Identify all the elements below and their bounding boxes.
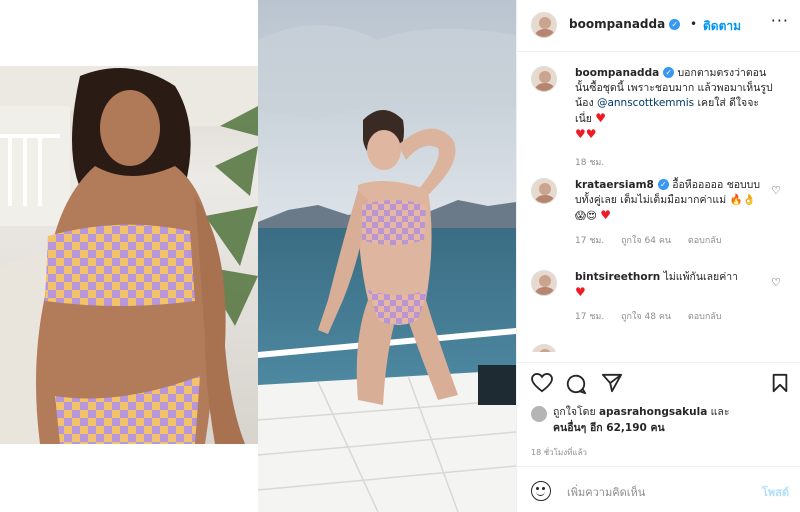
follow-button[interactable]: ติดตาม [703,17,741,36]
likes-text: ถูกใจโดย apasrahongsakula และ คนอื่นๆ อี… [553,404,793,436]
reply-button[interactable]: ตอบกลับ [688,236,722,246]
comment-body: bintsireethorn ไม่แพ้กันเลยค่าา ♥ 17 ชม.… [575,270,775,325]
verified-badge-icon: ✓ [663,67,675,78]
post-image-left [0,66,258,444]
comment-username[interactable]: krataersiam8 [575,179,654,191]
post-timestamp[interactable]: 18 ชั่วโมงที่แล้ว [531,446,587,459]
comment-text: ไม่แพ้กันเลยค่าา [663,271,739,283]
share-icon[interactable] [601,373,623,393]
post-sidebar: boompanadda ✓ • ติดตาม ··· boompanadda ✓ บ… [516,0,800,512]
comment-emoji-line: 😱😍 ♥ [575,208,775,224]
comment-likes[interactable]: ถูกใจ 48 คน [621,312,671,322]
comment-meta: 17 ชม. ถูกใจ 64 คน ตอบกลับ [575,234,775,249]
comment-emoji-2: 😱😍 [575,210,597,222]
action-bar [517,362,800,402]
comment-likes[interactable]: ถูกใจ 64 คน [621,236,671,246]
like-heart-icon[interactable] [531,373,553,393]
like-comment-heart-icon[interactable]: ♡ [771,276,781,289]
avatar[interactable] [531,12,557,38]
avatar[interactable] [531,344,557,352]
like-comment-heart-icon[interactable]: ♡ [771,184,781,197]
likes-others-link[interactable]: คนอื่นๆ อีก 62,190 คน [553,422,665,434]
post-image-main[interactable] [258,0,516,512]
likes-and: และ [710,406,730,418]
likes-prefix: ถูกใจโดย [553,406,596,418]
verified-badge-icon: ✓ [669,19,681,30]
comment-emoji: 🔥👌 [729,194,756,206]
comment-input[interactable]: เพิ่มความคิดเห็น [567,483,645,501]
comment-time[interactable]: 17 ชม. [575,236,604,246]
comment-time[interactable]: 17 ชม. [575,312,604,322]
emoji-picker-icon[interactable] [531,481,551,501]
verified-badge-icon: ✓ [657,179,669,190]
add-comment-bar: เพิ่มความคิดเห็น โพสต์ [517,466,800,512]
avatar[interactable] [531,178,557,204]
post-header: boompanadda ✓ • ติดตาม ··· [517,0,800,52]
avatar[interactable] [531,270,557,296]
author-name-text[interactable]: boompanadda [569,17,665,31]
hearts-emoji-line: ♥♥ [575,127,597,141]
caption-body: boompanadda ✓ บอกตามตรงว่าตอนนั้นซื้อชุดน… [575,66,775,171]
more-horizontal-icon[interactable]: ··· [771,11,789,30]
comment-username[interactable]: bintsireethorn [575,271,660,283]
post-author-username[interactable]: boompanadda ✓ [569,17,681,31]
post-comment-button[interactable]: โพสต์ [762,483,789,501]
caption-username[interactable]: boompanadda [575,67,659,79]
comments-list[interactable]: boompanadda ✓ บอกตามตรงว่าตอนนั้นซื้อชุดน… [517,52,800,352]
separator-dot: • [690,17,698,31]
caption-mention[interactable]: @annscottkemmis [597,97,694,109]
bookmark-icon[interactable] [771,373,789,393]
heart-emoji-icon: ♥ [600,208,612,222]
comment-icon[interactable] [565,373,587,395]
reply-button[interactable]: ตอบกลับ [688,312,722,322]
liker-avatar[interactable] [531,406,547,422]
comment-meta: 17 ชม. ถูกใจ 48 คน ตอบกลับ [575,310,775,325]
left-panel [0,0,258,512]
caption-time[interactable]: 18 ชม. [575,156,775,171]
liker-username[interactable]: apasrahongsakula [599,406,707,418]
comment-body: krataersiam8 ✓ อื้อหือออออ ชอบบบบทั้งคู่เ… [575,178,775,249]
heart-emoji-icon: ♥ [595,111,607,125]
heart-emoji-icon: ♥ [575,285,586,299]
avatar[interactable] [531,66,557,92]
